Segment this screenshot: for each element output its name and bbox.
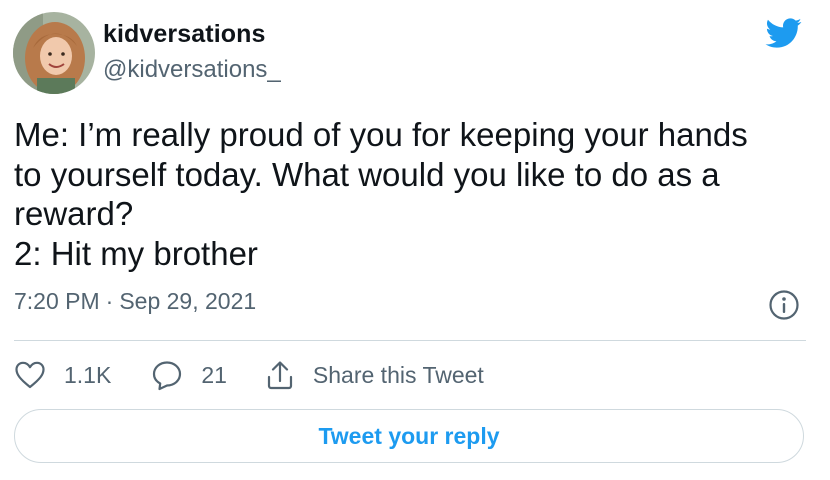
reply-button[interactable]: 21 [151,359,227,391]
tweet-your-reply-button[interactable]: Tweet your reply [14,409,804,463]
twitter-bird-icon[interactable] [762,14,804,52]
user-handle[interactable]: @kidversations_ [103,56,281,84]
avatar-photo [13,12,95,94]
tweet-card: kidversations @kidversations_ Me: I’m re… [0,0,830,480]
tweet-date: Sep 29, 2021 [119,288,257,314]
like-button[interactable]: 1.1K [14,360,111,390]
meta-separator: · [105,288,114,314]
avatar[interactable] [13,12,95,94]
action-bar: 1.1K 21 Share this Tweet [14,355,484,395]
reply-count: 21 [201,361,227,388]
speech-bubble-icon [153,361,182,391]
tweet-text-line: reward? [14,195,134,232]
share-label: Share this Tweet [312,361,484,388]
tweet-text-line: Me: I’m really proud of you for keeping … [14,116,748,153]
tweet-text-line: 2: Hit my brother [14,234,258,272]
share-button[interactable]: Share this Tweet [265,359,484,391]
info-icon[interactable] [768,289,800,321]
like-count: 1.1K [64,361,112,388]
tweet-time: 7:20 PM [14,288,100,314]
share-icon [267,361,293,390]
tweet-timestamp[interactable]: 7:20 PM · Sep 29, 2021 [14,288,256,315]
tweet-text-line: to yourself today. What would you like t… [14,155,720,193]
tweet-text: Me: I’m really proud of you for keeping … [14,115,804,273]
heart-icon [15,361,45,389]
divider [14,340,806,341]
display-name[interactable]: kidversations [103,20,265,49]
